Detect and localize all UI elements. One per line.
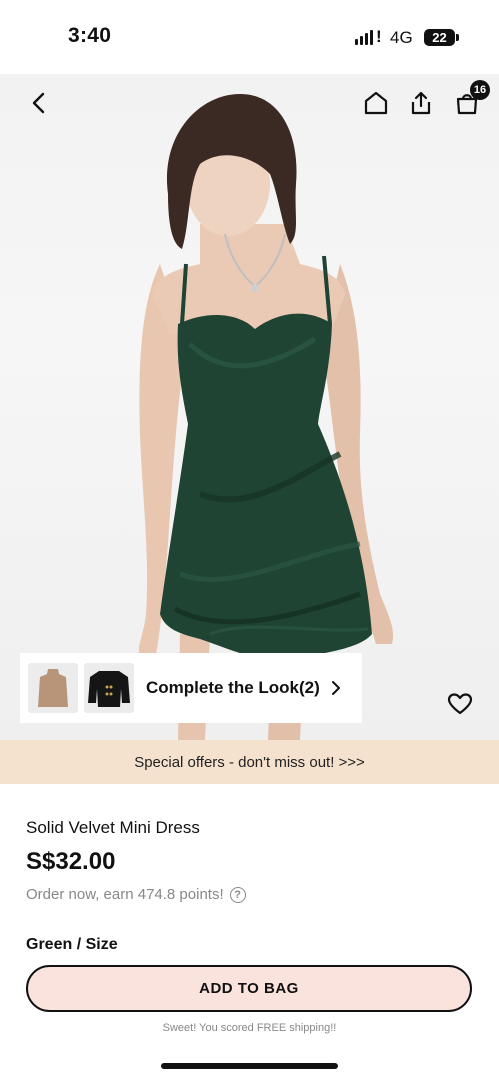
look-item-jacket[interactable] (84, 663, 134, 713)
special-offers-text: Special offers - don't miss out! >>> (134, 753, 365, 771)
wishlist-button[interactable] (446, 690, 474, 718)
status-time: 3:40 (68, 24, 112, 47)
battery-tip (456, 34, 459, 41)
special-offers-banner[interactable]: Special offers - don't miss out! >>> (0, 740, 499, 784)
heart-icon (447, 693, 473, 715)
complete-the-look-label: Complete the Look(2) (146, 678, 320, 697)
product-price: S$32.00 (26, 848, 116, 875)
network-type: 4G (390, 28, 413, 47)
share-icon (411, 91, 431, 115)
home-icon (364, 91, 388, 115)
bag-count-badge: 16 (470, 80, 490, 100)
free-shipping-note: Sweet! You scored FREE shipping!! (162, 1022, 337, 1034)
chevron-right-icon (331, 681, 340, 695)
look-item-top[interactable] (28, 663, 78, 713)
home-button[interactable] (359, 86, 393, 120)
product-image[interactable] (0, 74, 499, 740)
bottom-bar: ADD TO BAG Sweet! You scored FREE shippi… (0, 952, 499, 1080)
jacket-icon (88, 671, 130, 707)
signal-alert-icon: ! (376, 27, 382, 46)
model-illustration (138, 94, 394, 740)
status-bar: 3:40 ! 4G 22 (0, 0, 499, 74)
signal-icon (355, 29, 373, 45)
battery-icon: 22 (424, 29, 455, 46)
add-to-bag-button[interactable]: ADD TO BAG (26, 965, 472, 1012)
share-button[interactable] (404, 86, 438, 120)
help-icon[interactable]: ? (229, 886, 246, 903)
product-name: Solid Velvet Mini Dress (26, 818, 200, 837)
turtleneck-top-icon (38, 669, 68, 707)
home-indicator[interactable] (161, 1063, 338, 1069)
color-size-label[interactable]: Green / Size (26, 936, 118, 952)
back-button[interactable] (22, 86, 56, 120)
reward-points-text: Order now, earn 474.8 points! (26, 886, 224, 903)
complete-the-look[interactable]: Complete the Look(2) (20, 653, 362, 723)
reward-points: Order now, earn 474.8 points! ? (26, 886, 246, 903)
chevron-left-icon (32, 92, 45, 114)
